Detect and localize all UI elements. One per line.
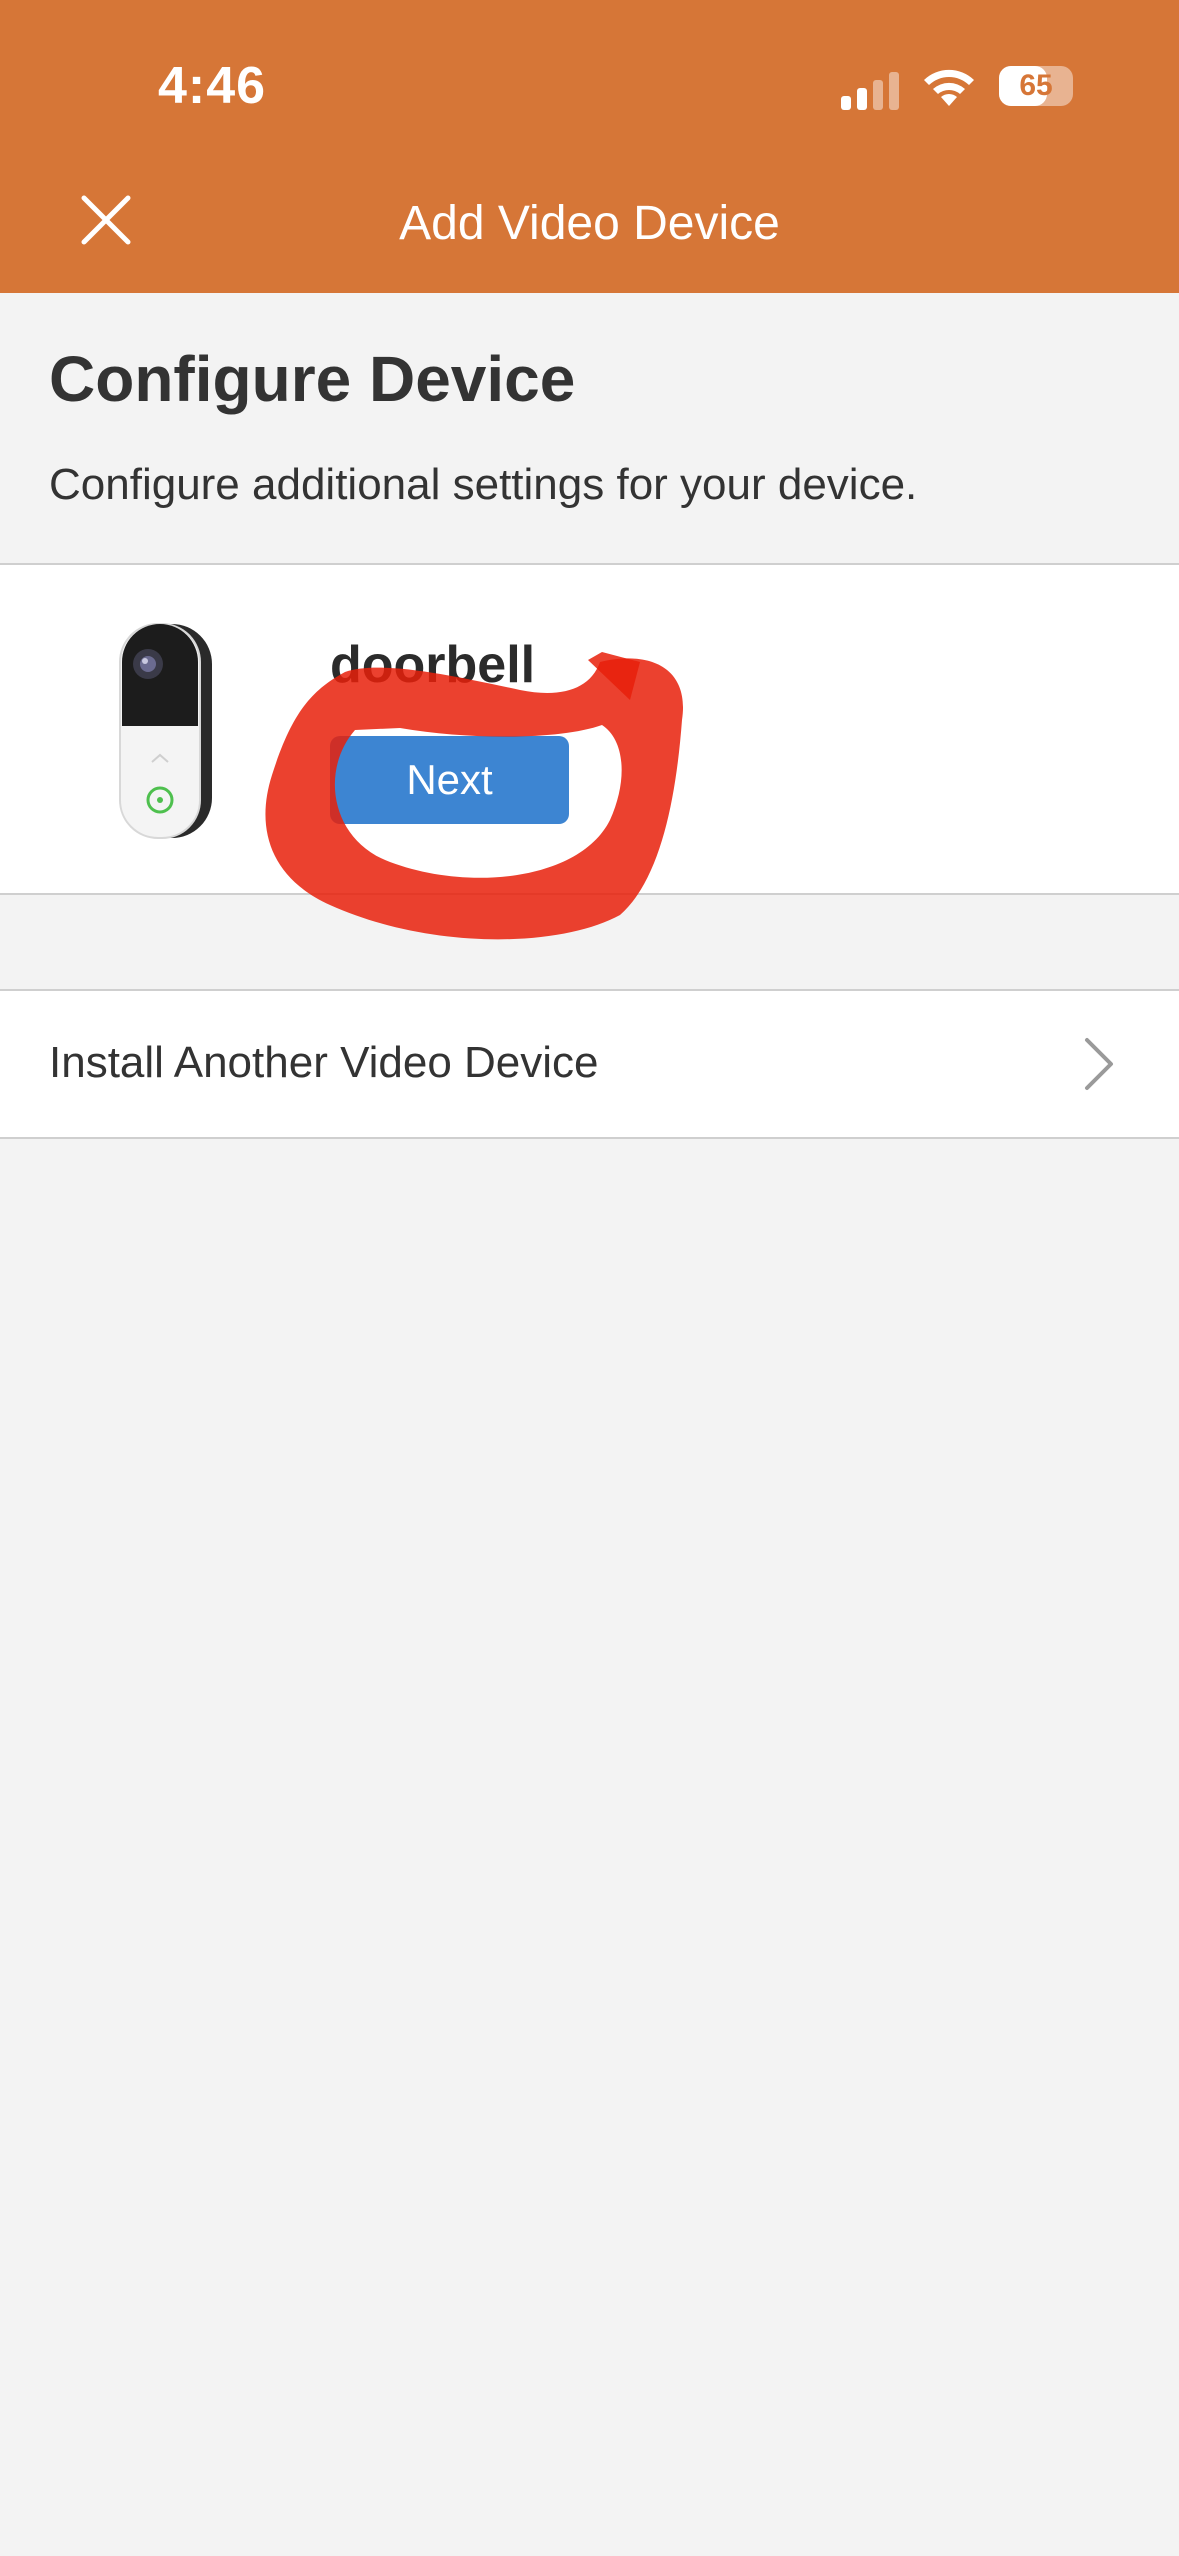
install-another-label: Install Another Video Device — [49, 1038, 599, 1087]
doorbell-camera-icon — [119, 623, 212, 839]
battery-level: 65 — [1019, 69, 1053, 102]
nav-title: Add Video Device — [399, 197, 780, 250]
cellular-signal-icon — [841, 72, 899, 110]
wifi-icon — [924, 69, 974, 106]
device-card: doorbell Next — [0, 563, 1179, 895]
app-header: 4:46 65 Add Video Device — [0, 0, 1179, 293]
next-button[interactable]: Next — [330, 736, 569, 824]
page-subtitle: Configure additional settings for your d… — [49, 460, 918, 509]
install-another-row[interactable]: Install Another Video Device — [0, 989, 1179, 1139]
page-title: Configure Device — [49, 343, 576, 415]
chevron-right-icon — [1085, 1038, 1113, 1090]
battery-icon: 65 — [999, 66, 1073, 106]
device-name: doorbell — [330, 636, 536, 694]
status-time: 4:46 — [158, 57, 267, 115]
